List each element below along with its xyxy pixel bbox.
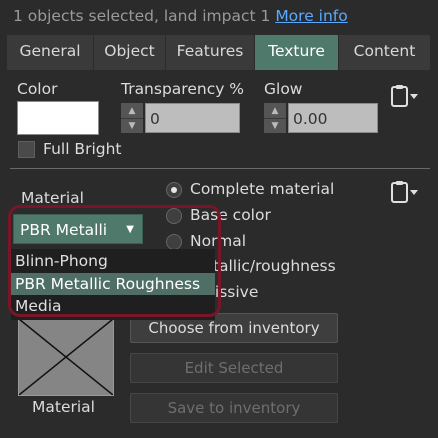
spin-up-icon[interactable]: ▲ xyxy=(121,103,143,119)
more-info-link[interactable]: More info xyxy=(275,7,347,25)
spin-down-icon[interactable]: ▼ xyxy=(264,118,286,133)
tab-general[interactable]: General xyxy=(7,35,94,70)
material-thumbnail[interactable] xyxy=(18,318,114,396)
glow-label: Glow xyxy=(264,80,303,98)
radio-complete-material-label: Complete material xyxy=(190,180,335,198)
color-swatch[interactable] xyxy=(17,101,99,135)
save-to-inventory-button[interactable]: Save to inventory xyxy=(130,393,338,423)
transparency-spinner[interactable]: ▲ ▼ xyxy=(121,103,143,133)
full-bright-checkbox[interactable] xyxy=(18,141,35,158)
empty-thumbnail-cross-icon xyxy=(18,318,114,396)
tab-content[interactable]: Content xyxy=(339,35,431,70)
tab-object[interactable]: Object xyxy=(94,35,166,70)
glow-input[interactable]: 0.00 xyxy=(288,103,378,133)
material-thumbnail-label: Material xyxy=(32,398,95,416)
glow-spinner[interactable]: ▲ ▼ xyxy=(264,103,286,133)
transparency-input[interactable]: 0 xyxy=(145,103,240,133)
selection-status: 1 objects selected, land impact 1 More i… xyxy=(13,7,348,25)
clipboard-menu-icon[interactable] xyxy=(390,84,418,110)
transparency-label: Transparency % xyxy=(121,80,245,98)
color-label: Color xyxy=(17,80,58,98)
radio-complete-material[interactable] xyxy=(166,182,182,198)
edit-selected-button[interactable]: Edit Selected xyxy=(130,353,338,383)
full-bright-label: Full Bright xyxy=(43,140,122,158)
spin-down-icon[interactable]: ▼ xyxy=(121,118,143,133)
section-divider xyxy=(10,168,430,169)
highlight-ring xyxy=(8,205,221,317)
tab-texture[interactable]: Texture xyxy=(255,35,339,70)
material-clipboard-menu-icon[interactable] xyxy=(390,180,418,206)
tab-features[interactable]: Features xyxy=(166,35,255,70)
spin-up-icon[interactable]: ▲ xyxy=(264,103,286,119)
tab-bar: General Object Features Texture Content xyxy=(7,35,431,70)
selection-status-text: 1 objects selected, land impact 1 xyxy=(13,7,271,25)
